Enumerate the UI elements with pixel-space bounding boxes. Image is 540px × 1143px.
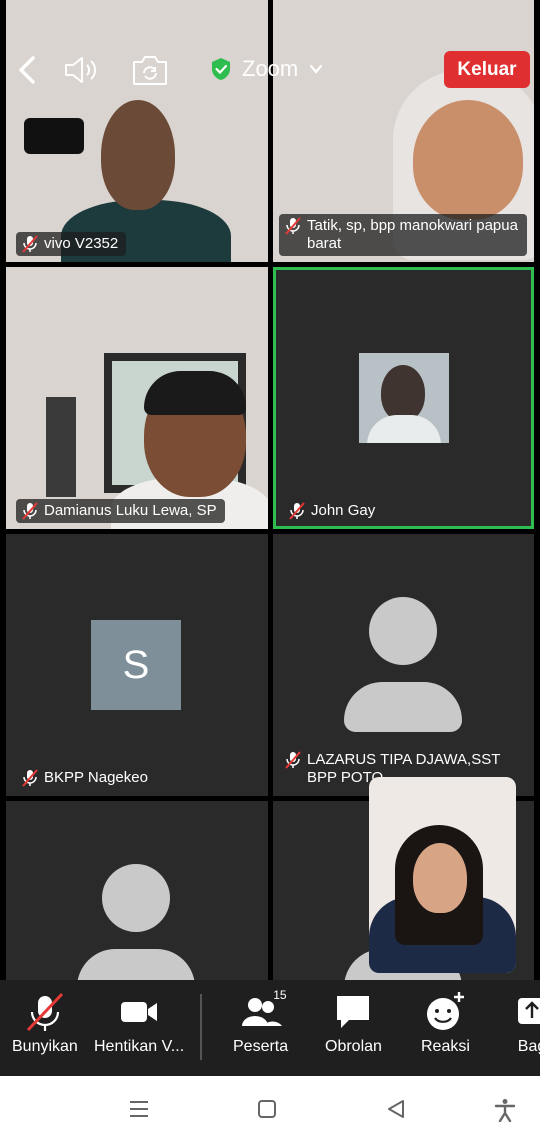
back-icon[interactable]: [12, 52, 42, 88]
participant-tile-3[interactable]: Damianus Luku Lewa, SP: [6, 267, 268, 529]
mic-muted-icon: [22, 769, 38, 787]
system-nav-bar: [0, 1076, 540, 1143]
chevron-down-icon: [310, 64, 323, 74]
meeting-toolbar: Bunyikan Hentikan V... 15 Peserta Obrola…: [0, 980, 540, 1076]
profile-photo: [359, 353, 449, 443]
participants-button[interactable]: 15 Peserta: [233, 988, 288, 1056]
participant-tile-7[interactable]: [6, 801, 268, 980]
avatar: [369, 597, 437, 665]
home-icon[interactable]: [257, 1098, 277, 1120]
self-view[interactable]: [369, 777, 516, 973]
chat-button[interactable]: Obrolan: [325, 990, 382, 1056]
shield-check-icon: [212, 58, 230, 80]
chat-icon: [337, 996, 370, 1028]
unmute-button[interactable]: Bunyikan: [12, 990, 78, 1056]
meeting-top-bar: Zoom Keluar: [0, 40, 540, 100]
avatar: S: [91, 620, 181, 710]
leave-button[interactable]: Keluar: [444, 51, 530, 88]
participant-tile-5[interactable]: S BKPP Nagekeo: [6, 534, 268, 796]
share-button[interactable]: Bag: [510, 990, 540, 1056]
reaction-icon: [427, 992, 465, 1030]
participant-name-tag: John Gay: [283, 499, 383, 523]
mic-muted-icon: [285, 751, 301, 769]
meeting-title[interactable]: Zoom: [210, 56, 324, 82]
switch-camera-icon[interactable]: [130, 52, 170, 88]
avatar: [102, 864, 170, 932]
toolbar-divider: [200, 994, 202, 1060]
reactions-button[interactable]: Reaksi: [421, 990, 470, 1056]
speaker-icon[interactable]: [62, 54, 102, 86]
back-nav-icon[interactable]: [385, 1098, 407, 1120]
accessibility-icon[interactable]: [494, 1098, 516, 1122]
mic-muted-icon: [285, 217, 301, 235]
participant-name-tag: Tatik, sp, bpp manokwari papua barat: [279, 214, 527, 256]
black-box-overlay: [24, 118, 84, 154]
mic-muted-icon: [22, 235, 38, 253]
mic-muted-icon: [26, 992, 63, 1032]
menu-icon[interactable]: [128, 1098, 150, 1120]
mic-muted-icon: [289, 502, 305, 520]
participants-count-badge: 15: [273, 988, 287, 1002]
video-icon: [121, 1002, 158, 1022]
mic-muted-icon: [22, 502, 38, 520]
participant-name-tag: BKPP Nagekeo: [16, 766, 156, 790]
participant-name-tag: vivo V2352: [16, 232, 127, 256]
participant-name-tag: Damianus Luku Lewa, SP: [16, 499, 225, 523]
participant-tile-6[interactable]: LAZARUS TIPA DJAWA,SST BPP POTO: [273, 534, 534, 796]
stop-video-button[interactable]: Hentikan V...: [94, 990, 184, 1056]
share-icon: [518, 998, 540, 1024]
participant-tile-4[interactable]: John Gay: [273, 267, 534, 529]
participant-video: [413, 100, 523, 220]
